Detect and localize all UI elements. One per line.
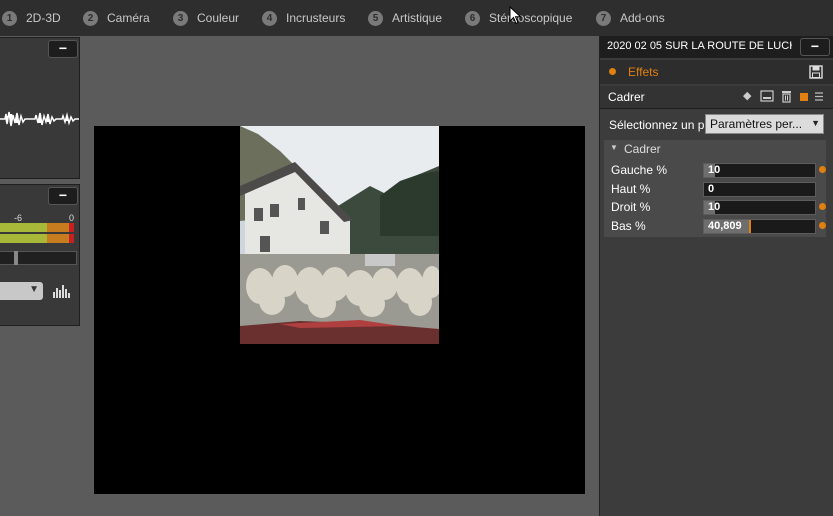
chevron-down-icon: ▼ [811, 118, 820, 128]
minimize-button[interactable]: − [800, 38, 830, 56]
param-label: Bas % [611, 219, 646, 233]
param-slider[interactable]: 10 [703, 163, 816, 178]
param-row-gauche: Gauche % 10 [604, 162, 826, 180]
preset-dropdown[interactable]: Paramètres per... ▼ [705, 114, 824, 134]
clip-title: 2020 02 05 SUR LA ROUTE DE LUCHC [607, 40, 792, 52]
param-row-bas: Bas % 40,809 [604, 218, 826, 236]
group-header[interactable]: ▼ Cadrer [604, 140, 826, 158]
tab-number: 1 [2, 10, 17, 26]
param-value: 10 [708, 164, 721, 176]
tab-2d-3d[interactable]: 1 2D-3D [2, 0, 61, 36]
tab-number: 4 [262, 10, 277, 26]
preset-label: Sélectionnez un p [609, 118, 704, 132]
orange-dot-icon [609, 68, 616, 75]
tab-couleur[interactable]: 3 Couleur [173, 0, 239, 36]
tab-label: Couleur [197, 11, 240, 25]
keyframe-dot-icon[interactable] [819, 203, 826, 210]
keyframe-diamond-icon[interactable]: ◆ [743, 89, 751, 102]
video-frame-image [240, 126, 439, 344]
param-label: Droit % [611, 200, 651, 214]
effects-category-tabbar: 1 2D-3D 2 Caméra 3 Couleur 4 Incrusteurs 5 Ar… [0, 0, 833, 36]
level-meter-bottom [0, 234, 75, 243]
tab-number: 7 [596, 10, 611, 26]
audio-meter-panel: − -6 0 ▼ [0, 184, 80, 326]
param-slider[interactable]: 10 [703, 200, 816, 215]
audio-device-dropdown[interactable]: ▼ [0, 282, 43, 300]
param-value: 10 [708, 201, 721, 213]
trash-icon[interactable] [781, 90, 792, 103]
tab-incrusteurs[interactable]: 4 Incrusteurs [262, 0, 345, 36]
level-meter-top [0, 223, 75, 232]
effects-label[interactable]: Effets [628, 65, 658, 79]
tab-artistique[interactable]: 5 Artistique [368, 0, 442, 36]
volume-slider-handle[interactable] [14, 251, 18, 265]
clip-title-bar: 2020 02 05 SUR LA ROUTE DE LUCHC − [600, 36, 833, 58]
audio-waveform-panel: − [0, 37, 80, 179]
minimize-button[interactable]: − [48, 187, 78, 205]
orange-square-icon[interactable] [800, 93, 808, 101]
param-value: 40,809 [708, 220, 742, 232]
effects-properties-panel: 2020 02 05 SUR LA ROUTE DE LUCHC − Effet… [599, 36, 833, 516]
tab-add-ons[interactable]: 7 Add-ons [596, 0, 665, 36]
tab-number: 6 [465, 10, 480, 26]
mouse-cursor-icon [509, 6, 522, 25]
param-slider[interactable]: 0 [703, 182, 816, 197]
tab-label: 2D-3D [26, 11, 61, 25]
chevron-down-icon: ▼ [29, 284, 39, 295]
effect-name: Cadrer [608, 90, 645, 104]
minimize-button[interactable]: − [48, 40, 78, 58]
meter-scale-label: 0 [69, 213, 75, 223]
tab-number: 5 [368, 10, 383, 26]
effects-row: Effets [600, 60, 833, 84]
preset-value: Paramètres per... [710, 117, 803, 131]
param-row-haut: Haut % 0 [604, 181, 826, 199]
tab-label: Add-ons [620, 11, 665, 25]
tab-number: 3 [173, 10, 188, 26]
meter-scale-label: -6 [14, 213, 23, 223]
tab-label: Caméra [107, 11, 150, 25]
param-value: 0 [708, 183, 715, 195]
tab-camera[interactable]: 2 Caméra [83, 0, 150, 36]
volume-slider[interactable] [0, 251, 77, 265]
tab-number: 2 [83, 10, 98, 26]
keyframe-dot-icon[interactable] [819, 222, 826, 229]
effect-header: Cadrer ◆ [600, 86, 833, 109]
audio-waveform [0, 111, 79, 127]
keyframe-dot-icon[interactable] [819, 166, 826, 173]
cadrer-parameter-group: ▼ Cadrer Gauche % 10 Haut % 0 Droit % 10 [604, 140, 826, 237]
param-label: Gauche % [611, 163, 668, 177]
group-title: Cadrer [624, 142, 661, 156]
slider-handle[interactable] [749, 220, 751, 233]
tab-label: Incrusteurs [286, 11, 346, 25]
reset-icon[interactable] [760, 90, 774, 102]
audio-settings-icon[interactable] [52, 282, 72, 300]
tab-label: Stéréoscopique [489, 11, 573, 25]
param-slider[interactable]: 40,809 [703, 219, 816, 234]
menu-icon[interactable] [814, 92, 824, 101]
video-preview[interactable] [94, 126, 585, 494]
save-icon[interactable] [809, 65, 823, 79]
preset-row: Sélectionnez un p Paramètres per... ▼ [600, 112, 833, 136]
param-label: Haut % [611, 182, 651, 196]
param-row-droit: Droit % 10 [604, 199, 826, 217]
collapse-triangle-icon[interactable]: ▼ [610, 143, 618, 152]
tab-label: Artistique [392, 11, 443, 25]
